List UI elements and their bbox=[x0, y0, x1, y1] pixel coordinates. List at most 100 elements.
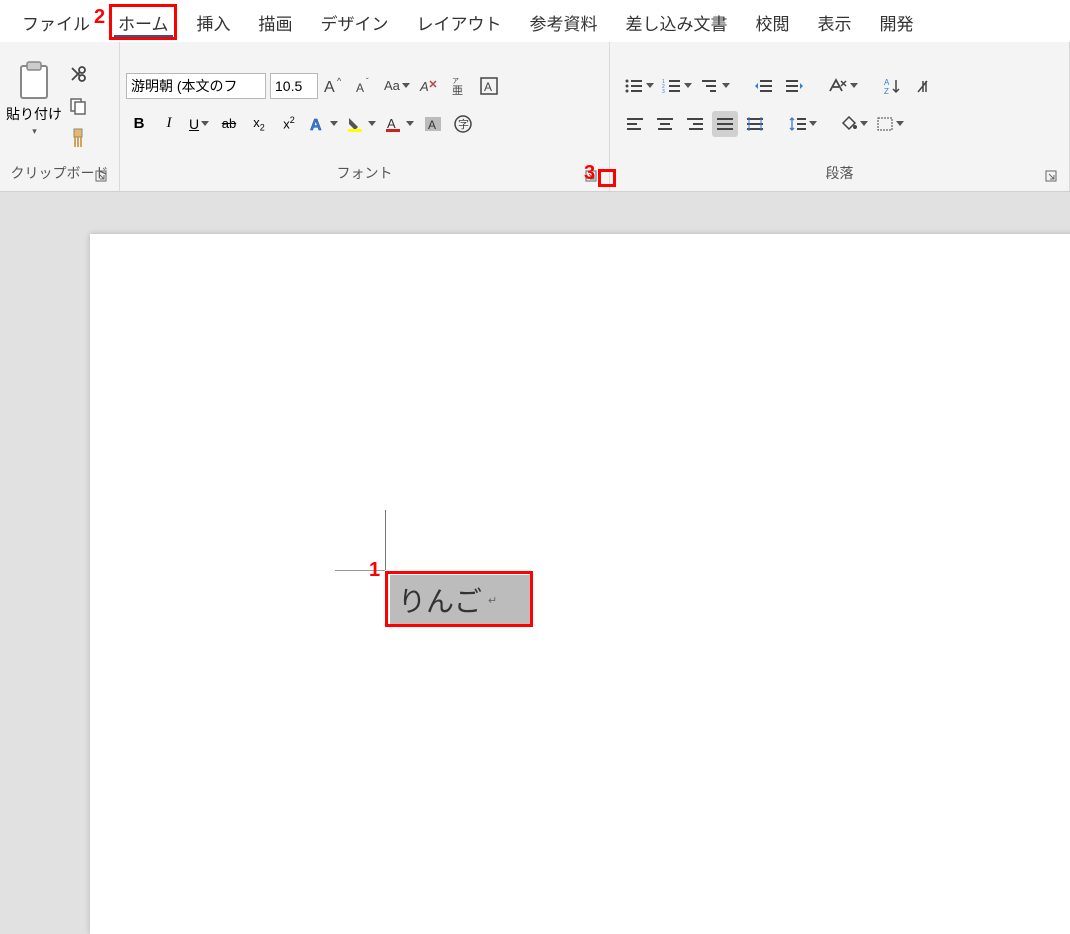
tab-file[interactable]: ファイル bbox=[8, 2, 104, 41]
selected-text-content: りんご bbox=[398, 580, 482, 620]
annotation-3: 3 bbox=[584, 162, 595, 185]
text-effects-icon: A bbox=[308, 115, 328, 133]
svg-text:A: A bbox=[428, 118, 436, 132]
group-label-font: フォント bbox=[126, 159, 603, 189]
document-page[interactable] bbox=[90, 234, 1070, 934]
line-spacing-button[interactable] bbox=[787, 111, 819, 137]
paste-label: 貼り付け bbox=[6, 104, 62, 124]
char-shading-button[interactable]: A bbox=[420, 111, 446, 137]
decrease-indent-button[interactable] bbox=[751, 73, 777, 99]
increase-indent-button[interactable] bbox=[781, 73, 807, 99]
underline-button[interactable]: U bbox=[186, 111, 212, 137]
scissors-icon bbox=[68, 64, 88, 84]
cut-button[interactable] bbox=[66, 62, 90, 86]
borders-icon bbox=[876, 116, 894, 132]
borders-button[interactable] bbox=[874, 111, 906, 137]
svg-text:A: A bbox=[484, 80, 492, 94]
distribute-button[interactable] bbox=[742, 111, 768, 137]
tab-mailings[interactable]: 差し込み文書 bbox=[612, 2, 742, 41]
char-border-icon: A bbox=[479, 76, 499, 96]
numbered-list-button[interactable]: 123 bbox=[660, 73, 694, 99]
annotation-1: 1 bbox=[369, 559, 380, 582]
align-center-button[interactable] bbox=[652, 111, 678, 137]
tab-references[interactable]: 参考資料 bbox=[516, 2, 612, 41]
svg-text:字: 字 bbox=[458, 117, 469, 131]
multilevel-list-button[interactable] bbox=[698, 73, 732, 99]
selected-text[interactable]: りんご ↵ bbox=[390, 575, 530, 625]
phonetic-guide-button[interactable]: ア亜 bbox=[446, 73, 472, 99]
shading-button[interactable] bbox=[838, 111, 870, 137]
group-label-paragraph: 段落 bbox=[616, 159, 1063, 189]
menu-bar: ファイル ホーム 挿入 描画 デザイン レイアウト 参考資料 差し込み文書 校閲… bbox=[0, 0, 1070, 42]
align-right-button[interactable] bbox=[682, 111, 708, 137]
subscript-button[interactable]: x2 bbox=[246, 111, 272, 137]
format-painter-button[interactable] bbox=[66, 126, 90, 150]
bullets-icon bbox=[624, 78, 644, 94]
bullet-list-button[interactable] bbox=[622, 73, 656, 99]
svg-text:3: 3 bbox=[662, 89, 665, 94]
tab-review[interactable]: 校閲 bbox=[742, 2, 804, 41]
paintbrush-icon bbox=[68, 127, 88, 149]
svg-text:A: A bbox=[419, 79, 429, 94]
strike-icon: ab bbox=[222, 116, 236, 131]
tab-layout[interactable]: レイアウト bbox=[403, 2, 516, 41]
superscript-icon: x2 bbox=[283, 115, 295, 131]
increase-font-button[interactable]: A^ bbox=[322, 73, 348, 99]
change-case-button[interactable]: Aa bbox=[382, 73, 412, 99]
enclose-char-button[interactable]: 字 bbox=[450, 111, 476, 137]
paste-button[interactable]: 貼り付け ▾ bbox=[6, 60, 62, 137]
clipboard-launcher[interactable] bbox=[93, 168, 109, 184]
launcher-icon bbox=[95, 170, 107, 182]
font-color-icon: A bbox=[384, 115, 404, 133]
text-effects-button[interactable]: A bbox=[306, 111, 340, 137]
clipboard-icon bbox=[13, 60, 55, 102]
superscript-button[interactable]: x2 bbox=[276, 111, 302, 137]
asian-layout-icon bbox=[828, 77, 848, 95]
bold-button[interactable]: B bbox=[126, 111, 152, 137]
sort-button[interactable]: AZ bbox=[879, 73, 905, 99]
subscript-icon: x2 bbox=[253, 115, 265, 133]
outdent-icon bbox=[754, 78, 774, 94]
clear-format-icon: A bbox=[419, 76, 439, 96]
paragraph-launcher[interactable] bbox=[1043, 168, 1059, 184]
asian-layout-button[interactable] bbox=[826, 73, 860, 99]
tab-home[interactable]: ホーム bbox=[104, 2, 183, 41]
increase-font-icon: A^ bbox=[324, 76, 346, 96]
group-clipboard: 貼り付け ▾ クリップボード bbox=[0, 42, 120, 191]
show-marks-button[interactable] bbox=[909, 73, 935, 99]
enclose-icon: 字 bbox=[453, 114, 473, 134]
highlighter-icon bbox=[346, 115, 366, 133]
numbers-icon: 123 bbox=[662, 78, 682, 94]
tab-draw[interactable]: 描画 bbox=[245, 2, 307, 41]
font-size-select[interactable] bbox=[270, 73, 318, 99]
bucket-icon bbox=[840, 116, 858, 132]
strikethrough-button[interactable]: ab bbox=[216, 111, 242, 137]
svg-text:^: ^ bbox=[337, 76, 342, 86]
tab-design[interactable]: デザイン bbox=[307, 2, 403, 41]
ruby-icon: ア亜 bbox=[450, 76, 468, 96]
font-color-button[interactable]: A bbox=[382, 111, 416, 137]
decrease-font-icon: Aˇ bbox=[354, 76, 376, 96]
pilcrow-icon bbox=[913, 77, 931, 95]
document-area bbox=[0, 192, 1070, 686]
group-label-clipboard: クリップボード bbox=[6, 159, 113, 189]
highlight-button[interactable] bbox=[344, 111, 378, 137]
character-border-button[interactable]: A bbox=[476, 73, 502, 99]
clear-formatting-button[interactable]: A bbox=[416, 73, 442, 99]
copy-button[interactable] bbox=[66, 94, 90, 118]
tab-developer[interactable]: 開発 bbox=[866, 2, 928, 41]
svg-text:ア: ア bbox=[452, 77, 459, 85]
italic-button[interactable]: I bbox=[156, 111, 182, 137]
justify-button[interactable] bbox=[712, 111, 738, 137]
cursor-vertical-mark bbox=[385, 510, 386, 570]
svg-text:A: A bbox=[387, 116, 396, 131]
paragraph-mark-icon: ↵ bbox=[488, 594, 497, 607]
decrease-font-button[interactable]: Aˇ bbox=[352, 73, 378, 99]
bold-icon: B bbox=[134, 115, 145, 132]
font-family-select[interactable] bbox=[126, 73, 266, 99]
tab-view[interactable]: 表示 bbox=[804, 2, 866, 41]
align-left-button[interactable] bbox=[622, 111, 648, 137]
annotation-2: 2 bbox=[94, 6, 105, 29]
group-paragraph: 123 AZ bbox=[610, 42, 1070, 191]
tab-insert[interactable]: 挿入 bbox=[183, 2, 245, 41]
